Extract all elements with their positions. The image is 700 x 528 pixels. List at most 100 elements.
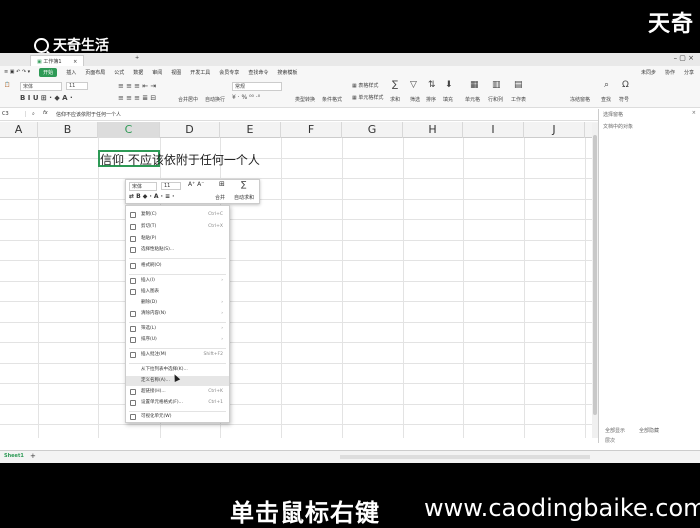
- menu-item-insert-comment[interactable]: 插入批注(M) Shift+F2: [126, 350, 229, 360]
- zoom-icon[interactable]: ⌕: [32, 111, 35, 117]
- format-buttons[interactable]: B I U ⊞ · ◆ A ·: [20, 94, 73, 102]
- sheet-tab[interactable]: Sheet1: [4, 453, 24, 459]
- column-header[interactable]: A: [0, 122, 38, 138]
- mini-font-select[interactable]: 宋体: [129, 182, 157, 191]
- document-tab[interactable]: ▣ 工作簿1 ×: [30, 55, 85, 66]
- menu-item-insert-chart[interactable]: 插入图表: [126, 287, 229, 297]
- menu-data[interactable]: 数据: [133, 69, 143, 76]
- sort-icon[interactable]: ⇅: [428, 80, 436, 90]
- column-header[interactable]: F: [281, 122, 342, 138]
- window-controls[interactable]: – ▢ ×: [674, 54, 694, 62]
- align-buttons-2[interactable]: ≡ ≡ ≡ ≣ ⊟: [118, 94, 156, 102]
- column-header[interactable]: G: [342, 122, 403, 138]
- conditional-format-button[interactable]: 条件格式: [322, 96, 342, 103]
- column-header[interactable]: D: [160, 122, 220, 138]
- menu-formula[interactable]: 公式: [114, 69, 124, 76]
- cell-icon[interactable]: ▦: [470, 80, 479, 90]
- scroll-thumb[interactable]: [593, 135, 597, 415]
- add-sheet-icon[interactable]: +: [30, 452, 36, 460]
- sheet-icon[interactable]: ▤: [514, 80, 523, 90]
- filter-button[interactable]: 筛选: [410, 96, 420, 103]
- column-header[interactable]: J: [524, 122, 585, 138]
- mini-size-select[interactable]: 11: [161, 182, 181, 190]
- find-icon[interactable]: ⌕: [604, 80, 609, 90]
- menu-item-copy[interactable]: 复制(C) Ctrl+C: [126, 210, 229, 220]
- font-grow-shrink-icon[interactable]: A⁺ A⁻: [188, 181, 204, 188]
- sum-icon[interactable]: ∑: [392, 80, 398, 90]
- font-size-select[interactable]: 11: [66, 82, 88, 90]
- column-header[interactable]: B: [38, 122, 98, 138]
- menu-item-paste-special[interactable]: 选择性粘贴(S)...: [126, 245, 229, 255]
- menu-item-filter[interactable]: 筛选(L) ›: [126, 324, 229, 334]
- freeze-button[interactable]: 冻结窗格: [570, 96, 590, 103]
- mini-autosum-button[interactable]: 自动求和: [234, 194, 254, 201]
- name-box[interactable]: C3: [2, 111, 26, 117]
- table-style-button[interactable]: ▦ 表格样式: [352, 82, 378, 89]
- mini-format-buttons[interactable]: ⇄ B ◆ · A · ≡ ·: [129, 193, 174, 200]
- wrap-text-button[interactable]: 自动换行: [205, 96, 225, 103]
- sort-button[interactable]: 排序: [426, 96, 436, 103]
- number-buttons[interactable]: ¥ · % ⁰⁰ ·⁰: [232, 94, 260, 101]
- merge-center-button[interactable]: 合并居中: [178, 96, 198, 103]
- menu-item-cut[interactable]: 剪切(T) Ctrl+X: [126, 222, 229, 232]
- sheet-button[interactable]: 工作表: [511, 96, 526, 103]
- cell-grid[interactable]: [0, 138, 598, 438]
- menu-start[interactable]: 开始: [39, 67, 58, 77]
- menu-item-sort[interactable]: 排序(U) ›: [126, 335, 229, 345]
- cell-style-button[interactable]: ▦ 单元格样式: [352, 94, 383, 101]
- menu-search-template[interactable]: 搜索模板: [277, 69, 297, 76]
- column-header[interactable]: I: [463, 122, 524, 138]
- fx-icon[interactable]: fx: [43, 110, 48, 116]
- align-buttons[interactable]: ≡ ≡ ≡ ⇤ ⇥: [118, 82, 156, 90]
- filter-icon[interactable]: ▽: [410, 80, 417, 90]
- new-tab-icon[interactable]: +: [135, 55, 139, 61]
- horizontal-scrollbar[interactable]: [340, 455, 590, 459]
- formula-input[interactable]: 信仰不应该依附于任何一个人: [56, 111, 121, 118]
- menu-item-clear[interactable]: 清除内容(N) ›: [126, 309, 229, 319]
- find-button[interactable]: 查找: [601, 96, 611, 103]
- menu-item-paste[interactable]: 粘贴(P): [126, 234, 229, 244]
- column-header[interactable]: H: [403, 122, 463, 138]
- vertical-scrollbar[interactable]: [592, 123, 598, 438]
- menu-item-format-cells[interactable]: 设置单元格格式(F)... Ctrl+1: [126, 398, 229, 408]
- column-header-selected[interactable]: C: [98, 122, 160, 138]
- cell-button[interactable]: 单元格: [465, 96, 480, 103]
- font-name-select[interactable]: 宋体: [20, 82, 62, 91]
- close-tab-icon[interactable]: ×: [73, 59, 77, 65]
- column-header[interactable]: E: [220, 122, 281, 138]
- symbol-button[interactable]: 符号: [619, 96, 629, 103]
- menu-item-delete[interactable]: 删除(D) ›: [126, 298, 229, 308]
- symbol-icon[interactable]: Ω: [622, 80, 629, 90]
- sum-button[interactable]: 求和: [390, 96, 400, 103]
- menu-unsynced[interactable]: 未同步: [641, 69, 656, 76]
- fill-button[interactable]: 填充: [443, 96, 453, 103]
- show-all-button[interactable]: 全部显示: [605, 427, 625, 434]
- menu-view[interactable]: 视图: [171, 69, 181, 76]
- menu-member[interactable]: 会员专享: [219, 69, 239, 76]
- menu-find-command[interactable]: 查找命令: [248, 69, 268, 76]
- menu-page-layout[interactable]: 页面布局: [85, 69, 105, 76]
- menu-developer[interactable]: 开发工具: [190, 69, 210, 76]
- menu-share[interactable]: 分享: [684, 69, 694, 76]
- merge-icon[interactable]: ⊞: [219, 180, 225, 188]
- paste-icon[interactable]: 📋: [4, 82, 10, 88]
- menu-collab[interactable]: 协作: [665, 69, 675, 76]
- rowcol-icon[interactable]: ▥: [492, 80, 501, 90]
- rowcol-button[interactable]: 行和列: [488, 96, 503, 103]
- menu-item-format-painter[interactable]: 格式刷(O): [126, 261, 229, 271]
- hide-all-button[interactable]: 全部隐藏: [639, 427, 659, 434]
- menu-review[interactable]: 审阅: [152, 69, 162, 76]
- menu-item-hyperlink[interactable]: 超链接(H)... Ctrl+K: [126, 387, 229, 397]
- selection-pane: 选择窗格 × 文档中的对象 全部显示 全部隐藏 层次: [598, 109, 700, 444]
- menu-insert[interactable]: 插入: [66, 69, 76, 76]
- autosum-icon[interactable]: ∑: [241, 180, 246, 189]
- type-convert-button[interactable]: 类型转换: [295, 96, 315, 103]
- formula-bar: C3 ⌕ fx 信仰不应该依附于任何一个人: [0, 109, 598, 121]
- menu-item-insert[interactable]: 插入(I) ›: [126, 276, 229, 286]
- close-pane-icon[interactable]: ×: [692, 110, 696, 116]
- menu-item-visual-cell[interactable]: 可视化单元(W): [126, 412, 229, 422]
- fill-icon[interactable]: ⬇: [445, 80, 453, 90]
- quick-access-icons[interactable]: ≡ ▣ ↶ ↷ ▾: [4, 69, 30, 75]
- mini-merge-button[interactable]: 合并: [215, 194, 225, 201]
- number-format-select[interactable]: 常规: [232, 82, 282, 91]
